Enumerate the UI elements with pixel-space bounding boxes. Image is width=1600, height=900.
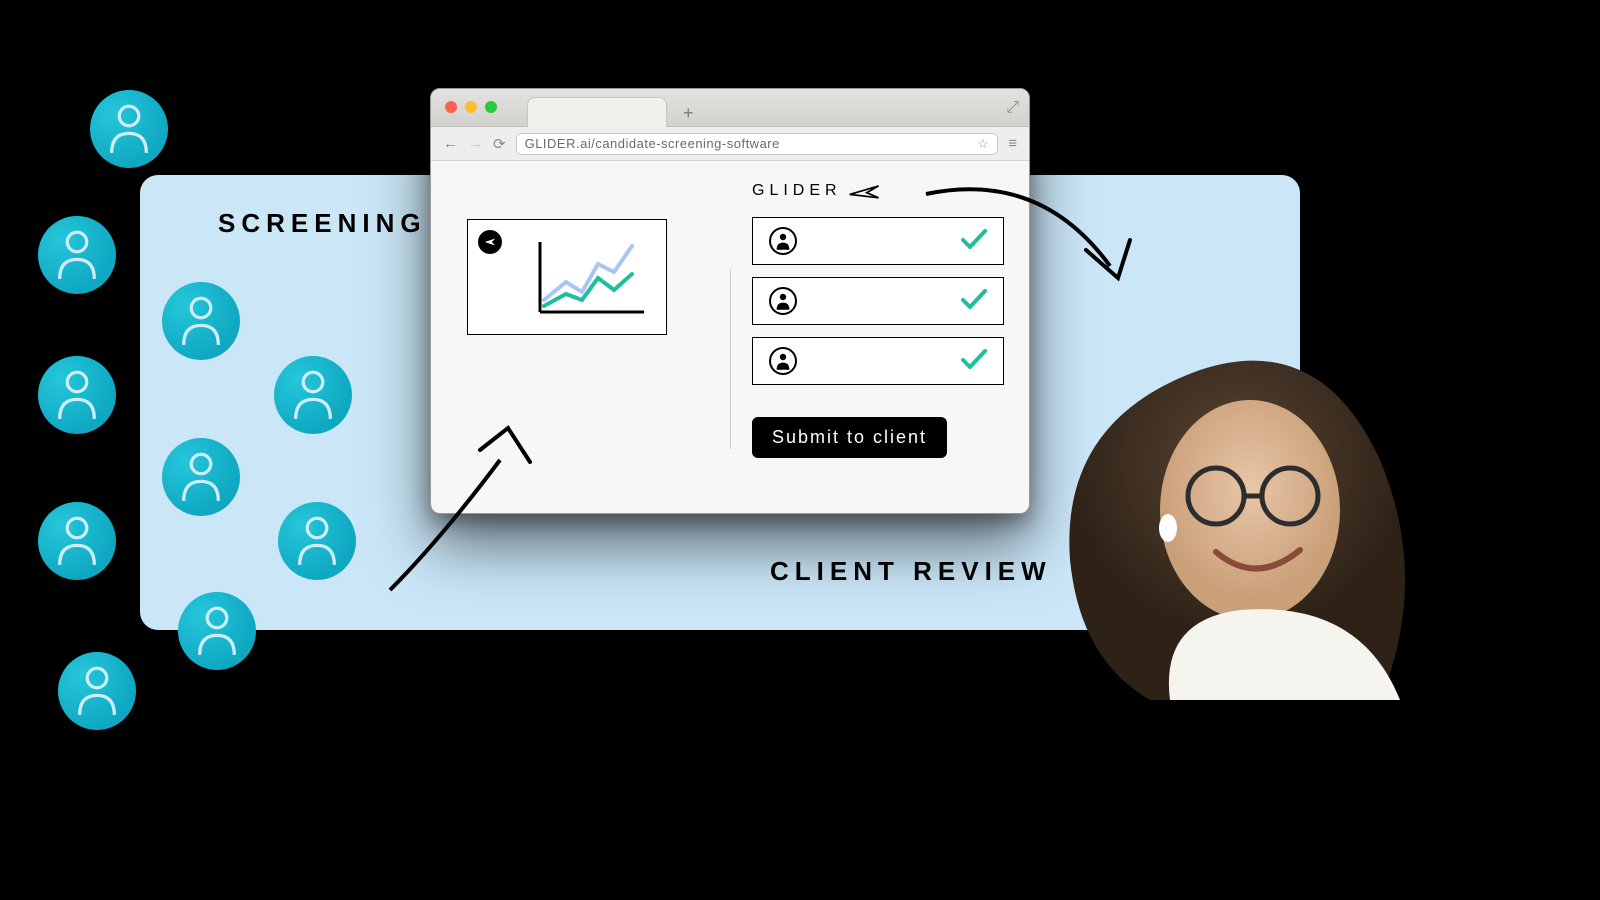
candidate-row[interactable] [752,217,1004,265]
stage: SCREENING CLIENT REVIEW + ⤢ ← → ⟳ GLIDER… [0,0,1600,900]
candidate-icon [274,356,352,434]
new-tab-icon[interactable]: + [683,103,694,124]
star-icon[interactable]: ☆ [977,136,989,152]
browser-titlebar: + ⤢ [431,89,1029,127]
left-pane [431,161,730,513]
trend-chart-icon [532,234,652,320]
pane-divider [730,269,731,449]
url-bar[interactable]: GLIDER.ai/candidate-screening-software ☆ [516,133,999,155]
person-icon [769,347,797,375]
candidate-icon [38,502,116,580]
person-icon [769,227,797,255]
forward-icon[interactable]: → [468,135,483,152]
browser-toolbar: ← → ⟳ GLIDER.ai/candidate-screening-soft… [431,127,1029,161]
candidate-icon [178,592,256,670]
url-text: GLIDER.ai/candidate-screening-software [525,136,780,151]
maximize-icon[interactable] [485,101,497,113]
browser-window: + ⤢ ← → ⟳ GLIDER.ai/candidate-screening-… [430,88,1030,514]
minimize-icon[interactable] [465,101,477,113]
brand-logo: GLIDER [752,181,882,201]
candidate-icon [162,438,240,516]
check-icon [961,349,987,374]
brand-text: GLIDER [752,182,842,200]
close-icon[interactable] [445,101,457,113]
glider-plane-icon [848,181,882,201]
reload-icon[interactable]: ⟳ [493,135,506,153]
candidate-icon [38,356,116,434]
candidate-icon [38,216,116,294]
hamburger-icon[interactable]: ≡ [1008,135,1017,152]
screening-heading: SCREENING [218,208,427,239]
chart-card [467,219,667,335]
glider-chip-icon [478,230,502,254]
candidate-icon [162,282,240,360]
right-pane: GLIDER Sub [730,161,1029,513]
check-icon [961,229,987,254]
client-photo [1000,300,1440,700]
expand-icon[interactable]: ⤢ [1006,99,1019,117]
check-icon [961,289,987,314]
back-icon[interactable]: ← [443,135,458,152]
candidate-rows [752,217,1004,385]
browser-content: GLIDER Sub [431,161,1029,513]
candidate-row[interactable] [752,277,1004,325]
submit-to-client-button[interactable]: Submit to client [752,417,947,458]
candidate-row[interactable] [752,337,1004,385]
browser-tab[interactable] [527,97,667,127]
candidate-icon [278,502,356,580]
person-icon [769,287,797,315]
traffic-lights [445,101,497,113]
candidate-icon [90,90,168,168]
candidate-icon [58,652,136,730]
